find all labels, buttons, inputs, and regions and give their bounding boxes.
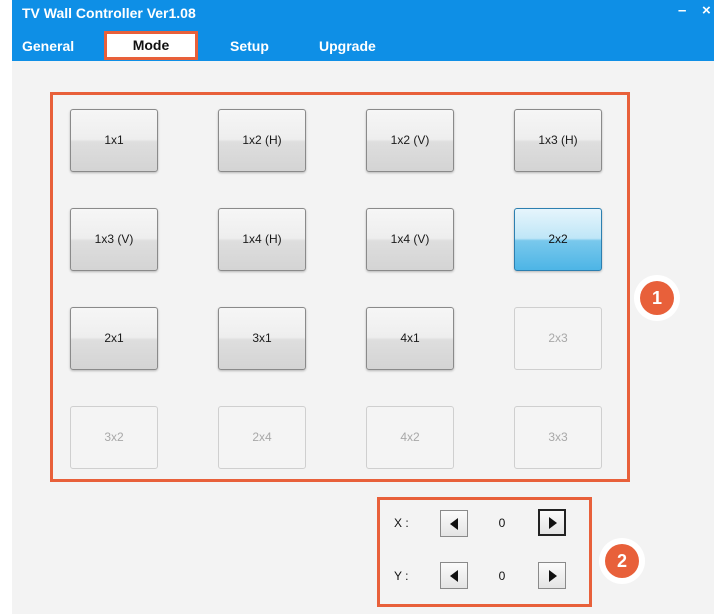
window-title: TV Wall Controller Ver1.08 (22, 5, 196, 21)
tab-setup[interactable]: Setup (230, 38, 269, 54)
tab-upgrade[interactable]: Upgrade (319, 38, 376, 54)
mode-3x3-button[interactable]: 3x3 (514, 406, 602, 469)
x-value: 0 (498, 516, 506, 530)
tab-general[interactable]: General (22, 38, 74, 54)
x-axis-label: X : (394, 516, 409, 530)
mode-2x1-button[interactable]: 2x1 (70, 307, 158, 370)
arrow-left-icon (450, 570, 458, 582)
arrow-left-icon (450, 518, 458, 530)
mode-4x1-button[interactable]: 4x1 (366, 307, 454, 370)
tab-bar: General Mode Setup Upgrade (12, 31, 714, 61)
y-decrease-button[interactable] (440, 562, 468, 589)
mode-1x4-h-button[interactable]: 1x4 (H) (218, 208, 306, 271)
minimize-button[interactable]: – (678, 2, 686, 19)
mode-2x3-button[interactable]: 2x3 (514, 307, 602, 370)
mode-2x4-button[interactable]: 2x4 (218, 406, 306, 469)
mode-panel: 1x1 1x2 (H) 1x2 (V) 1x3 (H) 1x3 (V) 1x4 … (12, 61, 714, 614)
mode-3x2-button[interactable]: 3x2 (70, 406, 158, 469)
mode-4x2-button[interactable]: 4x2 (366, 406, 454, 469)
tab-mode[interactable]: Mode (104, 31, 198, 60)
arrow-right-icon (549, 517, 557, 529)
x-increase-button[interactable] (538, 509, 566, 536)
x-decrease-button[interactable] (440, 510, 468, 537)
arrow-right-icon (549, 570, 557, 582)
title-bar: TV Wall Controller Ver1.08 – × (12, 0, 714, 34)
y-increase-button[interactable] (538, 562, 566, 589)
mode-1x2-h-button[interactable]: 1x2 (H) (218, 109, 306, 172)
close-button[interactable]: × (702, 2, 711, 19)
callout-badge-1: 1 (640, 281, 674, 315)
y-axis-label: Y : (394, 569, 409, 583)
mode-1x4-v-button[interactable]: 1x4 (V) (366, 208, 454, 271)
y-value: 0 (498, 569, 506, 583)
callout-badge-2: 2 (605, 544, 639, 578)
mode-3x1-button[interactable]: 3x1 (218, 307, 306, 370)
mode-2x2-button[interactable]: 2x2 (514, 208, 602, 271)
mode-1x3-v-button[interactable]: 1x3 (V) (70, 208, 158, 271)
mode-1x2-v-button[interactable]: 1x2 (V) (366, 109, 454, 172)
mode-1x3-h-button[interactable]: 1x3 (H) (514, 109, 602, 172)
mode-1x1-button[interactable]: 1x1 (70, 109, 158, 172)
